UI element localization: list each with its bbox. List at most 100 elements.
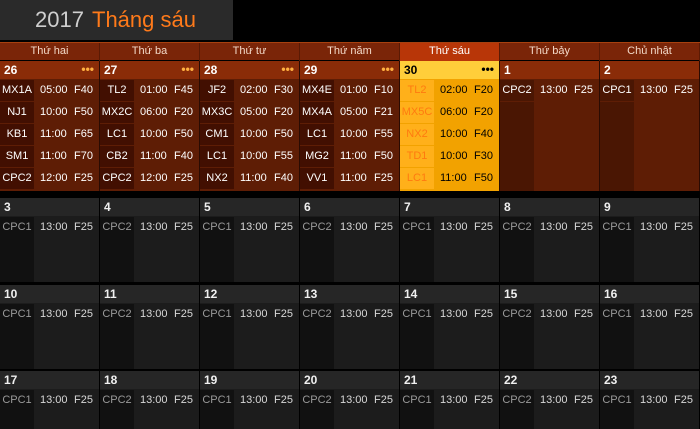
day-cell[interactable]: 8 CPC2 13:00 F25 — [500, 198, 600, 282]
event-time: 13:00 — [540, 394, 568, 406]
event-item[interactable]: JF2 02:00 F30 — [200, 80, 299, 101]
day-number: 12 — [204, 287, 218, 301]
event-code: CPC1 — [2, 394, 32, 406]
day-cell[interactable]: 29 ••• MX4E 01:00 F10 MX4A 05:00 F21 LC1 10:00 F55… — [300, 61, 400, 191]
day-cell[interactable]: 5 CPC1 13:00 F25 — [200, 198, 300, 282]
event-item[interactable]: VV1 11:00 F25 — [300, 168, 399, 189]
day-cell[interactable]: 23 CPC1 13:00 F25 — [600, 371, 700, 429]
more-options-icon[interactable]: ••• — [481, 62, 494, 76]
day-cell[interactable]: 3 CPC1 13:00 F25 — [0, 198, 100, 282]
event-item[interactable]: MX5C 06:00 F20 — [400, 102, 499, 123]
event-item[interactable]: CPC1 13:00 F25 — [400, 217, 499, 238]
day-cell[interactable]: 6 CPC2 13:00 F25 — [300, 198, 400, 282]
event-item[interactable]: CPC1 13:00 F25 — [600, 390, 699, 411]
event-item[interactable]: CPC2 13:00 F25 — [300, 304, 399, 325]
event-item[interactable]: LC1 10:00 F55 — [300, 124, 399, 145]
event-item[interactable]: NJ1 10:00 F50 — [0, 102, 99, 123]
event-item[interactable]: CPC1 13:00 F25 — [400, 304, 499, 325]
event-time: 13:00 — [540, 308, 568, 320]
day-cell[interactable]: 17 CPC1 13:00 F25 — [0, 371, 100, 429]
event-code: TL2 — [407, 84, 427, 96]
event-item[interactable]: SM1 11:00 F70 — [0, 146, 99, 167]
event-item[interactable]: MX2C 06:00 F20 — [100, 102, 199, 123]
day-cell[interactable]: 27 ••• TL2 01:00 F45 MX2C 06:00 F20 LC1 10:00 F50 C… — [100, 61, 200, 191]
event-item[interactable]: CPC1 13:00 F25 — [600, 80, 699, 101]
event-item[interactable]: CPC2 13:00 F25 — [100, 217, 199, 238]
event-item[interactable]: MX4A 05:00 F21 — [300, 102, 399, 123]
day-cell[interactable]: 1 CPC2 13:00 F25 — [500, 61, 600, 191]
day-cell[interactable]: 26 ••• MX1A 05:00 F40 NJ1 10:00 F50 KB1 11:00 F65 S… — [0, 61, 100, 191]
event-item[interactable]: CPC2 13:00 F25 — [300, 390, 399, 411]
event-item[interactable]: CPC1 13:00 F25 — [0, 217, 99, 238]
event-item[interactable]: CB2 11:00 F40 — [100, 146, 199, 167]
event-item[interactable]: CPC2 13:00 F25 — [100, 304, 199, 325]
day-cell[interactable]: 19 CPC1 13:00 F25 — [200, 371, 300, 429]
day-cell[interactable]: 14 CPC1 13:00 F25 — [400, 285, 500, 369]
event-item[interactable]: CPC1 13:00 F25 — [200, 390, 299, 411]
day-cell[interactable]: 30 ••• TL2 02:00 F20 MX5C 06:00 F20 NX2 10:00 F40 T… — [400, 61, 500, 191]
day-header: 17 — [0, 371, 99, 389]
day-cell[interactable]: 10 CPC1 13:00 F25 — [0, 285, 100, 369]
day-cell[interactable]: 21 CPC1 13:00 F25 — [400, 371, 500, 429]
event-item[interactable]: MX4E 01:00 F10 — [300, 80, 399, 101]
event-item[interactable]: TD1 10:00 F30 — [400, 146, 499, 167]
event-item[interactable]: CPC1 13:00 F25 — [200, 304, 299, 325]
event-item[interactable]: CPC1 13:00 F25 — [0, 304, 99, 325]
event-item[interactable]: CPC1 13:00 F25 — [400, 390, 499, 411]
event-code: CPC2 — [102, 221, 132, 233]
day-cell[interactable]: 11 CPC2 13:00 F25 — [100, 285, 200, 369]
event-code: NX2 — [406, 128, 428, 140]
more-options-icon[interactable]: ••• — [381, 62, 394, 76]
event-item[interactable]: CPC2 13:00 F25 — [300, 217, 399, 238]
event-item[interactable]: CPC1 13:00 F25 — [0, 390, 99, 411]
more-options-icon[interactable]: ••• — [281, 62, 294, 76]
day-number: 30 — [404, 63, 418, 77]
event-item[interactable]: LC1 10:00 F50 — [100, 124, 199, 145]
day-cell[interactable]: 22 CPC2 13:00 F25 — [500, 371, 600, 429]
event-item[interactable]: CPC2 13:00 F25 — [500, 80, 599, 101]
event-item[interactable]: KB1 11:00 F65 — [0, 124, 99, 145]
event-item[interactable]: MX3C 05:00 F20 — [200, 102, 299, 123]
event-item[interactable]: CPC1 13:00 F25 — [200, 217, 299, 238]
event-item[interactable]: LC1 11:00 F50 — [400, 168, 499, 189]
event-item[interactable]: CPC1 13:00 F25 — [600, 217, 699, 238]
day-cell[interactable]: 7 CPC1 13:00 F25 — [400, 198, 500, 282]
day-cell[interactable]: 16 CPC1 13:00 F25 — [600, 285, 700, 369]
event-time: 10:00 — [440, 150, 468, 162]
event-item[interactable]: CPC2 13:00 F25 — [100, 390, 199, 411]
event-item[interactable]: MG2 11:00 F50 — [300, 146, 399, 167]
event-item[interactable]: CPC2 12:00 F25 — [0, 168, 99, 189]
event-time: 10:00 — [240, 150, 268, 162]
month-title[interactable]: 2017 Tháng sáu — [0, 0, 233, 40]
day-number: 4 — [104, 200, 111, 214]
event-item[interactable]: CPC2 13:00 F25 — [500, 390, 599, 411]
day-cell[interactable]: 15 CPC2 13:00 F25 — [500, 285, 600, 369]
event-flight: F25 — [674, 394, 693, 406]
day-cell[interactable]: 4 CPC2 13:00 F25 — [100, 198, 200, 282]
day-cell[interactable]: 28 ••• JF2 02:00 F30 MX3C 05:00 F20 CM1 10:00 F50 L… — [200, 61, 300, 191]
event-item[interactable]: TL2 01:00 F45 — [100, 80, 199, 101]
day-cell[interactable]: 13 CPC2 13:00 F25 — [300, 285, 400, 369]
event-item[interactable]: CM1 10:00 F50 — [200, 124, 299, 145]
day-cell[interactable]: 12 CPC1 13:00 F25 — [200, 285, 300, 369]
event-time: 11:00 — [40, 150, 67, 162]
more-options-icon[interactable]: ••• — [181, 62, 194, 76]
event-item[interactable]: CPC1 13:00 F25 — [600, 304, 699, 325]
day-cell[interactable]: 20 CPC2 13:00 F25 — [300, 371, 400, 429]
event-item[interactable]: CPC2 13:00 F25 — [500, 304, 599, 325]
event-item[interactable]: CPC2 12:00 F25 — [100, 168, 199, 189]
event-item[interactable]: CPC2 13:00 F25 — [500, 217, 599, 238]
event-item[interactable]: NX2 11:00 F40 — [200, 168, 299, 189]
more-options-icon[interactable]: ••• — [81, 62, 94, 76]
day-header: 20 — [300, 371, 399, 389]
event-item[interactable]: TL2 02:00 F20 — [400, 80, 499, 101]
day-cell[interactable]: 2 CPC1 13:00 F25 — [600, 61, 700, 191]
event-item[interactable]: NX2 10:00 F40 — [400, 124, 499, 145]
event-time: 11:00 — [340, 172, 367, 184]
day-cell[interactable]: 9 CPC1 13:00 F25 — [600, 198, 700, 282]
event-flight: F25 — [474, 308, 493, 320]
day-cell[interactable]: 18 CPC2 13:00 F25 — [100, 371, 200, 429]
event-item[interactable]: LC1 10:00 F55 — [200, 146, 299, 167]
event-code: CB2 — [106, 150, 128, 162]
event-item[interactable]: MX1A 05:00 F40 — [0, 80, 99, 101]
